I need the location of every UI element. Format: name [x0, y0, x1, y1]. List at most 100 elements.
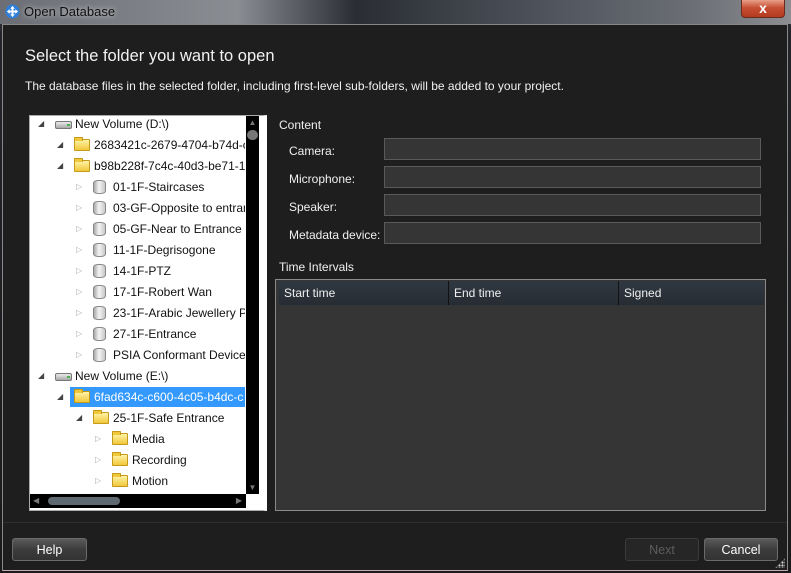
tree-item-label: Recording [132, 453, 187, 467]
expand-arrow-icon[interactable]: ▷ [76, 261, 84, 281]
tree-item-label: 01-1F-Staircases [113, 180, 205, 194]
device-icon [93, 264, 106, 278]
scroll-left-icon[interactable]: ◀ [33, 496, 39, 505]
tree-item[interactable]: ▷ 01-1F-Staircases [30, 177, 245, 197]
tree-item[interactable]: ▷ 11-1F-Degrisogone [30, 240, 245, 260]
tree-item-label: Motion [132, 474, 169, 488]
content-section-label: Content [279, 118, 322, 132]
collapse-arrow-icon[interactable]: ◢ [57, 135, 65, 155]
tree-item[interactable]: ▷ 05-GF-Near to Entrance [30, 219, 245, 239]
tree-item[interactable]: ▷ 17-1F-Robert Wan [30, 282, 245, 302]
device-icon [93, 222, 106, 236]
expand-arrow-icon[interactable]: ▷ [76, 177, 84, 197]
camera-field[interactable] [384, 138, 761, 160]
tree-item-label: Media [132, 432, 165, 446]
expand-arrow-icon[interactable]: ▷ [76, 345, 84, 365]
move-arrows-icon [5, 4, 20, 19]
tree-item[interactable]: ◢ 2683421c-2679-4704-b74d-c [30, 135, 245, 155]
device-icon [93, 180, 106, 194]
scroll-right-icon[interactable]: ▶ [236, 496, 242, 505]
folder-icon [112, 431, 128, 445]
expand-arrow-icon[interactable]: ▷ [95, 471, 103, 491]
scroll-thumb[interactable] [48, 497, 120, 505]
cancel-button[interactable]: Cancel [704, 538, 778, 561]
device-icon [93, 285, 106, 299]
tree-item-label: New Volume (E:\) [75, 369, 169, 383]
close-icon: x [759, 0, 767, 16]
microphone-field[interactable] [384, 166, 761, 188]
title-bar[interactable]: Open Database x [0, 0, 791, 24]
tree-item[interactable]: ▷ Recording [30, 450, 245, 470]
column-header-signed[interactable]: Signed [619, 281, 764, 305]
collapse-arrow-icon[interactable]: ◢ [38, 116, 46, 134]
tree-item[interactable]: ▷ Motion [30, 471, 245, 491]
tree-item-label: 14-1F-PTZ [113, 264, 172, 278]
tree-item-label: 11-1F-Degrisogone [113, 243, 216, 257]
expand-arrow-icon[interactable]: ▷ [76, 240, 84, 260]
device-icon [93, 243, 106, 257]
device-icon [93, 201, 106, 215]
scrollbar-corner [246, 494, 259, 508]
metadata-device-field[interactable] [384, 222, 761, 244]
collapse-arrow-icon[interactable]: ◢ [38, 366, 46, 386]
folder-icon [74, 158, 90, 172]
camera-label: Camera: [289, 144, 336, 158]
tree-item-label: 25-1F-Safe Entrance [113, 411, 225, 425]
tree-item-label: b98b228f-7c4c-40d3-be71-1 [94, 159, 245, 173]
folder-icon [112, 452, 128, 466]
tree-item-label: 05-GF-Near to Entrance [113, 222, 242, 236]
expand-arrow-icon[interactable]: ▷ [76, 198, 84, 218]
metadata-device-label: Metadata device: [289, 228, 381, 242]
scroll-up-icon[interactable]: ▲ [248, 118, 257, 127]
tree-item[interactable]: ▷ 14-1F-PTZ [30, 261, 245, 281]
open-database-dialog: Select the folder you want to open The d… [2, 24, 788, 571]
scroll-down-icon[interactable]: ▼ [248, 483, 257, 492]
expand-arrow-icon[interactable]: ▷ [76, 219, 84, 239]
tree-item[interactable]: ▷ 27-1F-Entrance [30, 324, 245, 344]
expand-arrow-icon[interactable]: ▷ [76, 324, 84, 344]
dialog-description: The database files in the selected folde… [25, 79, 564, 93]
dialog-heading: Select the folder you want to open [25, 47, 275, 65]
close-button[interactable]: x [741, 0, 785, 18]
tree-vertical-scrollbar[interactable]: ▲ ▼ [246, 116, 259, 494]
folder-tree[interactable]: ◢ New Volume (D:\) ◢ 2683421c-2679-4704-b74… [29, 115, 267, 511]
time-intervals-table[interactable]: Start time End time Signed [275, 279, 766, 511]
tree-item[interactable]: ◢ New Volume (D:\) [30, 116, 245, 134]
tree-item-label: 27-1F-Entrance [113, 327, 197, 341]
window-title: Open Database [24, 4, 116, 19]
expand-arrow-icon[interactable]: ▷ [95, 429, 103, 449]
tree-item-label: 23-1F-Arabic Jewellery Pr [113, 306, 245, 320]
microphone-label: Microphone: [289, 172, 356, 186]
folder-icon [93, 410, 109, 424]
help-button[interactable]: Help [12, 538, 87, 561]
speaker-field[interactable] [384, 194, 761, 216]
tree-item[interactable]: ▷ 03-GF-Opposite to entran [30, 198, 245, 218]
tree-item[interactable]: ◢ 25-1F-Safe Entrance [30, 408, 245, 428]
collapse-arrow-icon[interactable]: ◢ [57, 156, 65, 176]
next-button[interactable]: Next [625, 538, 699, 561]
column-header-end-time[interactable]: End time [449, 281, 619, 305]
tree-item[interactable]: ▷ PSIA Conformant Device [30, 345, 245, 365]
expand-arrow-icon[interactable]: ▷ [76, 303, 84, 323]
tree-item[interactable]: ▷ Media [30, 429, 245, 449]
expand-arrow-icon[interactable]: ▷ [95, 450, 103, 470]
scroll-thumb[interactable] [247, 130, 258, 140]
tree-horizontal-scrollbar[interactable]: ◀ ▶ [30, 494, 246, 508]
expand-arrow-icon[interactable]: ▷ [76, 282, 84, 302]
tree-item[interactable]: ◢ b98b228f-7c4c-40d3-be71-1 [30, 156, 245, 176]
collapse-arrow-icon[interactable]: ◢ [76, 408, 84, 428]
column-header-start-time[interactable]: Start time [279, 281, 449, 305]
tree-item[interactable]: ◢ 6fad634c-c600-4c05-b4dc-c [57, 387, 245, 407]
tree-item-label: 6fad634c-c600-4c05-b4dc-c [94, 390, 244, 404]
drive-icon [55, 373, 72, 381]
speaker-label: Speaker: [289, 200, 338, 214]
folder-tree-items: ◢ New Volume (D:\) ◢ 2683421c-2679-4704-b74… [30, 116, 245, 494]
tree-item[interactable]: ▷ 23-1F-Arabic Jewellery Pr [30, 303, 245, 323]
collapse-arrow-icon[interactable]: ◢ [57, 387, 65, 407]
time-intervals-label: Time Intervals [279, 260, 354, 274]
device-icon [93, 306, 106, 320]
table-header: Start time End time Signed [279, 281, 764, 305]
footer-divider [3, 522, 787, 523]
device-icon [93, 348, 106, 362]
tree-item[interactable]: ◢ New Volume (E:\) [30, 366, 245, 386]
